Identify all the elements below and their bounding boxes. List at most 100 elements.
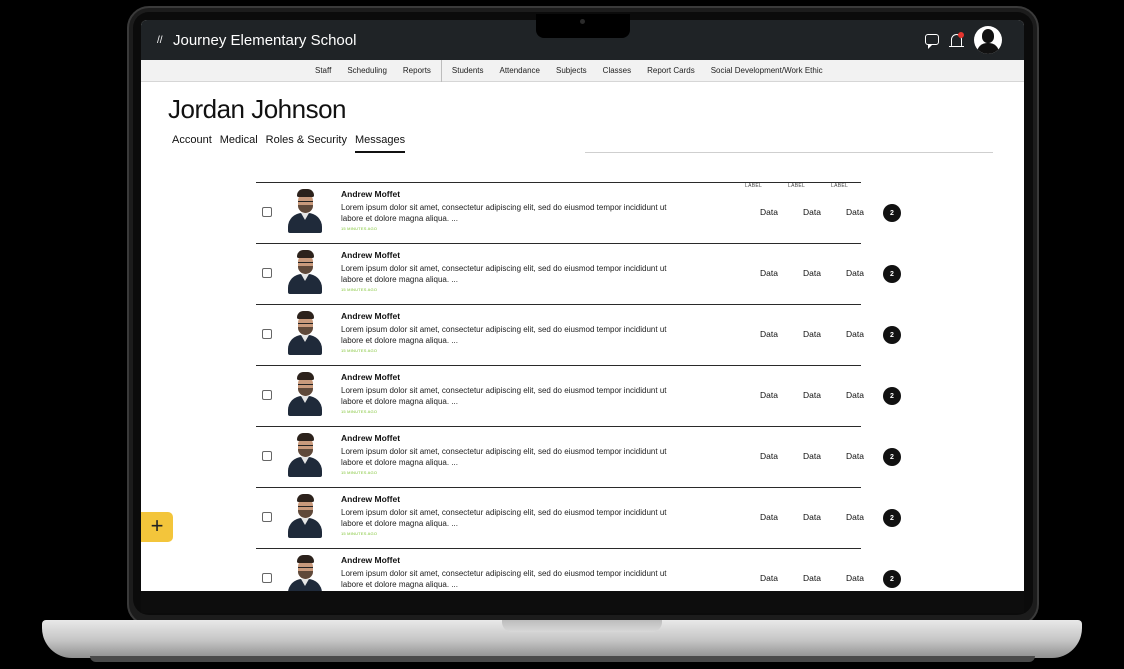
row-checkbox[interactable] bbox=[262, 268, 272, 278]
data-cell: Data bbox=[803, 329, 821, 339]
message-preview: Lorem ipsum dolor sit amet, consectetur … bbox=[341, 508, 667, 528]
message-time: 15 MINUTES AGO bbox=[341, 348, 378, 353]
message-preview: Lorem ipsum dolor sit amet, consectetur … bbox=[341, 264, 667, 284]
nav-item-students[interactable]: Students bbox=[444, 66, 492, 75]
sender-name: Andrew Moffet bbox=[341, 433, 401, 443]
row-checkbox[interactable] bbox=[262, 451, 272, 461]
header-actions bbox=[925, 20, 1002, 60]
data-cell: Data bbox=[846, 329, 864, 339]
data-cell: Data bbox=[803, 451, 821, 461]
tab-roles-security[interactable]: Roles & Security bbox=[266, 134, 347, 153]
nav-item-classes[interactable]: Classes bbox=[595, 66, 639, 75]
sender-avatar bbox=[288, 250, 322, 294]
sender-avatar bbox=[288, 189, 322, 233]
row-checkbox[interactable] bbox=[262, 329, 272, 339]
message-row[interactable]: Andrew Moffet Lorem ipsum dolor sit amet,… bbox=[256, 243, 901, 304]
message-preview: Lorem ipsum dolor sit amet, consectetur … bbox=[341, 569, 667, 589]
laptop-foot bbox=[90, 656, 1035, 662]
row-checkbox[interactable] bbox=[262, 512, 272, 522]
main-nav: Staff Scheduling Reports Students Attendanc… bbox=[141, 59, 1024, 82]
data-cell: Data bbox=[760, 573, 778, 583]
data-cell: Data bbox=[803, 573, 821, 583]
avatar-glasses bbox=[298, 384, 313, 388]
sender-avatar bbox=[288, 372, 322, 416]
sender-name: Andrew Moffet bbox=[341, 189, 401, 199]
message-preview: Lorem ipsum dolor sit amet, consectetur … bbox=[341, 325, 667, 345]
unread-count-badge[interactable]: 2 bbox=[883, 448, 901, 466]
avatar-hair bbox=[297, 433, 314, 441]
data-cell: Data bbox=[803, 268, 821, 278]
avatar-body bbox=[977, 43, 999, 54]
row-checkbox[interactable] bbox=[262, 207, 272, 217]
unread-count-badge[interactable]: 2 bbox=[883, 204, 901, 222]
unread-count-badge[interactable]: 2 bbox=[883, 326, 901, 344]
add-button[interactable]: + bbox=[141, 512, 173, 542]
nav-item-attendance[interactable]: Attendance bbox=[492, 66, 548, 75]
message-preview: Lorem ipsum dolor sit amet, consectetur … bbox=[341, 386, 667, 406]
avatar-beard bbox=[298, 449, 313, 457]
message-row[interactable]: Andrew Moffet Lorem ipsum dolor sit amet,… bbox=[256, 548, 901, 591]
sender-name: Andrew Moffet bbox=[341, 494, 401, 504]
avatar-beard bbox=[298, 510, 313, 518]
message-row[interactable]: Andrew Moffet Lorem ipsum dolor sit amet,… bbox=[256, 426, 901, 487]
tab-account[interactable]: Account bbox=[172, 134, 212, 153]
app-screen: // Journey Elementary School Staff Schedu… bbox=[141, 20, 1024, 591]
data-cell: Data bbox=[760, 390, 778, 400]
data-cell: Data bbox=[803, 390, 821, 400]
avatar-beard bbox=[298, 388, 313, 396]
nav-item-scheduling[interactable]: Scheduling bbox=[339, 66, 395, 75]
data-cell: Data bbox=[760, 329, 778, 339]
avatar-hair bbox=[297, 555, 314, 563]
message-time: 15 MINUTES AGO bbox=[341, 470, 378, 475]
nav-item-reports[interactable]: Reports bbox=[395, 66, 439, 75]
page-title: Jordan Johnson bbox=[168, 94, 347, 124]
school-name[interactable]: Journey Elementary School bbox=[173, 32, 356, 49]
camera-icon bbox=[580, 19, 585, 24]
data-cell: Data bbox=[760, 268, 778, 278]
row-checkbox[interactable] bbox=[262, 390, 272, 400]
nav-group-admin: Staff Scheduling Reports bbox=[307, 66, 439, 75]
data-cell: Data bbox=[846, 451, 864, 461]
plus-icon: + bbox=[150, 513, 164, 538]
tab-medical[interactable]: Medical bbox=[220, 134, 258, 153]
unread-count-badge[interactable]: 2 bbox=[883, 509, 901, 527]
sender-avatar bbox=[288, 555, 322, 591]
data-cell: Data bbox=[760, 451, 778, 461]
nav-item-social-development-work-ethic[interactable]: Social Development/Work Ethic bbox=[703, 66, 831, 75]
sender-name: Andrew Moffet bbox=[341, 250, 401, 260]
message-time: 15 MINUTES AGO bbox=[341, 226, 378, 231]
avatar-beard bbox=[298, 205, 313, 213]
avatar-hair bbox=[297, 494, 314, 502]
data-cell: Data bbox=[846, 573, 864, 583]
avatar-hair bbox=[297, 372, 314, 380]
avatar-hair bbox=[297, 189, 314, 197]
data-cell: Data bbox=[846, 207, 864, 217]
nav-item-staff[interactable]: Staff bbox=[307, 66, 339, 75]
chat-icon[interactable] bbox=[925, 33, 939, 49]
tab-messages[interactable]: Messages bbox=[354, 134, 406, 153]
message-row[interactable]: Andrew Moffet Lorem ipsum dolor sit amet,… bbox=[256, 304, 901, 365]
message-row[interactable]: Andrew Moffet Lorem ipsum dolor sit amet,… bbox=[256, 182, 901, 243]
nav-item-subjects[interactable]: Subjects bbox=[548, 66, 595, 75]
nav-divider bbox=[440, 59, 442, 82]
profile-tabs: Account Medical Roles & Security Messages bbox=[172, 134, 406, 153]
nav-group-students: Students Attendance Subjects Classes Report … bbox=[444, 66, 831, 75]
avatar-glasses bbox=[298, 506, 313, 510]
message-list: Andrew Moffet Lorem ipsum dolor sit amet,… bbox=[256, 182, 901, 591]
user-avatar[interactable] bbox=[974, 26, 1002, 54]
avatar-glasses bbox=[298, 567, 313, 571]
message-row[interactable]: Andrew Moffet Lorem ipsum dolor sit amet,… bbox=[256, 487, 901, 548]
avatar-glasses bbox=[298, 262, 313, 266]
row-checkbox[interactable] bbox=[262, 573, 272, 583]
sender-avatar bbox=[288, 311, 322, 355]
brand-logo-icon: // bbox=[157, 34, 163, 46]
unread-count-badge[interactable]: 2 bbox=[883, 265, 901, 283]
bell-icon[interactable] bbox=[949, 32, 964, 47]
unread-count-badge[interactable]: 2 bbox=[883, 387, 901, 405]
nav-item-report-cards[interactable]: Report Cards bbox=[639, 66, 703, 75]
tabs-divider bbox=[585, 152, 993, 153]
message-time: 15 MINUTES AGO bbox=[341, 409, 378, 414]
message-row[interactable]: Andrew Moffet Lorem ipsum dolor sit amet,… bbox=[256, 365, 901, 426]
unread-count-badge[interactable]: 2 bbox=[883, 570, 901, 588]
laptop-opening-notch bbox=[502, 620, 662, 632]
